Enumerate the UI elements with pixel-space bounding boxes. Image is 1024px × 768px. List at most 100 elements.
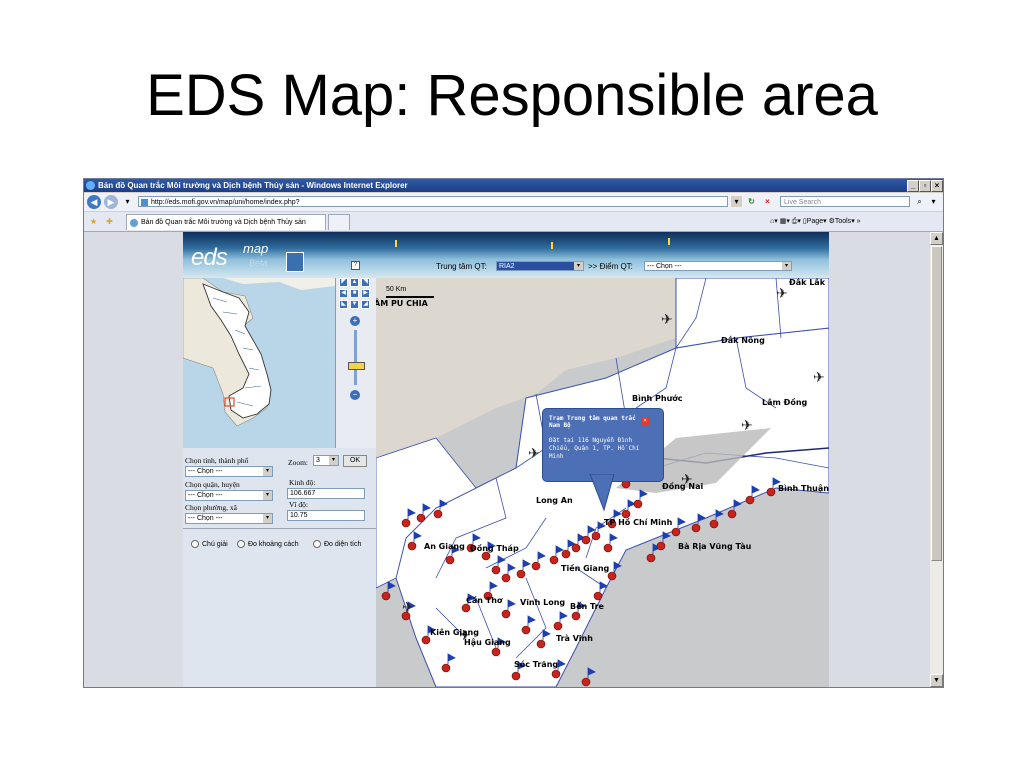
page-menu[interactable]: ▯Page▾ (803, 218, 827, 225)
station-marker[interactable] (745, 495, 755, 505)
chevron-right-icon[interactable]: » (857, 218, 861, 225)
station-marker[interactable] (531, 561, 541, 571)
station-marker[interactable] (646, 553, 656, 563)
station-marker[interactable] (536, 639, 546, 649)
pan-center-button[interactable]: ■ (350, 289, 359, 298)
province-select[interactable]: --- Chọn --- ▾ (185, 466, 273, 477)
station-marker[interactable] (766, 487, 776, 497)
scroll-down-button[interactable]: ▼ (930, 674, 943, 687)
scroll-thumb[interactable] (931, 246, 942, 561)
zoom-slider-track[interactable] (354, 330, 357, 385)
search-icon[interactable]: ⌕ (914, 196, 925, 207)
station-marker[interactable] (621, 509, 631, 519)
location-form: Chọn tỉnh, thành phố --- Chọn --- ▾ Chọn … (183, 450, 376, 687)
zoom-slider-handle[interactable] (348, 362, 365, 370)
station-marker[interactable] (461, 603, 471, 613)
popup-close-icon[interactable]: × (641, 417, 649, 425)
station-marker[interactable] (421, 635, 431, 645)
station-marker[interactable] (407, 541, 417, 551)
zoom-select[interactable]: 3 ▾ (313, 455, 339, 466)
pan-down-button[interactable]: ▼ (350, 300, 359, 309)
add-favorite-icon[interactable]: ✚ (104, 216, 115, 227)
minimize-button[interactable]: _ (907, 180, 919, 192)
pan-sw-button[interactable]: ◣ (339, 300, 348, 309)
station-marker[interactable] (571, 611, 581, 621)
history-chevron-icon[interactable]: ▾ (122, 196, 133, 207)
pan-right-button[interactable]: ▶ (361, 289, 370, 298)
station-marker[interactable] (501, 573, 511, 583)
station-marker[interactable] (445, 555, 455, 565)
radio-area[interactable]: Đo diện tích (313, 540, 361, 548)
station-marker[interactable] (491, 565, 501, 575)
longitude-input[interactable]: 106.667 (287, 488, 365, 499)
close-button[interactable]: × (931, 180, 943, 192)
latitude-input[interactable]: 10.75 (287, 510, 365, 521)
new-tab-button[interactable] (328, 214, 350, 230)
refresh-icon[interactable]: ↻ (746, 196, 757, 207)
search-options-icon[interactable]: ▾ (928, 196, 939, 207)
help-icon[interactable]: ? (351, 261, 360, 270)
pan-up-button[interactable]: ▲ (350, 278, 359, 287)
tab-eds-map[interactable]: Bản đồ Quan trắc Môi trường và Dịch bệnh… (126, 214, 326, 230)
station-marker[interactable] (551, 669, 561, 679)
station-marker[interactable] (516, 569, 526, 579)
radio-distance[interactable]: Đo khoảng cách (237, 540, 299, 548)
ward-select[interactable]: --- Chọn --- ▾ (185, 513, 273, 524)
pan-ne-button[interactable]: ◥ (361, 278, 370, 287)
favorites-star-icon[interactable]: ★ (88, 216, 99, 227)
station-marker[interactable] (727, 509, 737, 519)
station-marker[interactable] (491, 647, 501, 657)
overview-minimap[interactable] (183, 278, 336, 448)
station-marker[interactable] (416, 513, 426, 523)
search-input[interactable]: Live Search (780, 196, 910, 207)
home-icon[interactable]: ⌂▾ (770, 218, 778, 225)
station-marker[interactable] (481, 551, 491, 561)
main-map[interactable]: ✈ ✈ ✈ ✈ ✈ ✈ ✈ ✈ 50 Km ÂM PU CHIA Đắk Lắk Đắk Nô… (376, 278, 829, 687)
station-marker[interactable] (549, 555, 559, 565)
vertical-scrollbar[interactable]: ▲ ▼ (930, 232, 943, 687)
district-select[interactable]: --- Chọn --- ▾ (185, 490, 273, 501)
station-marker[interactable] (607, 571, 617, 581)
station-marker[interactable] (581, 677, 591, 687)
station-marker[interactable] (501, 609, 511, 619)
maximize-button[interactable]: ▫ (919, 180, 931, 192)
station-marker[interactable] (441, 663, 451, 673)
station-marker[interactable] (633, 499, 643, 509)
radio-legend[interactable]: Chú giải (191, 540, 228, 548)
pan-se-button[interactable]: ◢ (361, 300, 370, 309)
station-marker[interactable] (581, 535, 591, 545)
ok-button[interactable]: OK (343, 455, 367, 467)
center-select[interactable]: RIA2 ▾ (496, 261, 584, 271)
scroll-up-button[interactable]: ▲ (930, 232, 943, 245)
station-marker[interactable] (401, 518, 411, 528)
station-marker[interactable] (671, 527, 681, 537)
station-marker[interactable] (521, 625, 531, 635)
address-input[interactable]: http://eds.mofi.gov.vn/map/uni/home/inde… (138, 196, 728, 207)
station-marker[interactable] (603, 543, 613, 553)
station-marker[interactable] (709, 519, 719, 529)
command-bar: ⌂▾ ▦▾ ⎙▾ ▯Page▾ ⚙Tools▾ » (770, 215, 861, 228)
station-popup[interactable]: Trạm Trung tâm quan trắc Nam Bộ × Đặt tạ… (542, 408, 664, 482)
zoom-out-icon[interactable]: − (350, 390, 360, 400)
station-marker[interactable] (691, 523, 701, 533)
feeds-icon[interactable]: ▦▾ (780, 218, 790, 225)
address-dropdown-icon[interactable]: ▾ (731, 196, 742, 207)
tools-menu[interactable]: ⚙Tools▾ (829, 218, 855, 225)
pan-nw-button[interactable]: ◤ (339, 278, 348, 287)
station-marker[interactable] (591, 531, 601, 541)
station-marker[interactable] (433, 509, 443, 519)
print-icon[interactable]: ⎙▾ (792, 218, 801, 225)
station-marker[interactable] (561, 549, 571, 559)
zoom-in-icon[interactable]: + (350, 316, 360, 326)
pan-left-button[interactable]: ◀ (339, 289, 348, 298)
station-marker[interactable] (656, 541, 666, 551)
station-marker[interactable] (381, 591, 391, 601)
station-marker[interactable] (571, 543, 581, 553)
forward-icon[interactable]: ▶ (104, 195, 118, 209)
back-icon[interactable]: ◀ (87, 195, 101, 209)
station-marker[interactable] (553, 621, 563, 631)
station-marker[interactable] (593, 591, 603, 601)
stop-icon[interactable]: × (762, 196, 773, 207)
station-marker[interactable] (511, 671, 521, 681)
point-select[interactable]: --- Chọn --- ▾ (644, 261, 792, 271)
